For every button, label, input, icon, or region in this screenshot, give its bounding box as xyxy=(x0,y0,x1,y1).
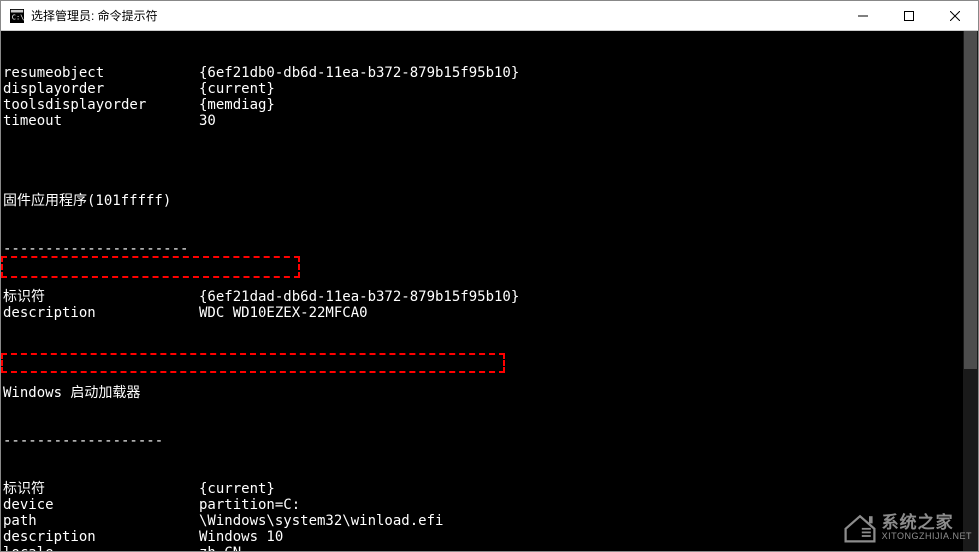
output-value: {memdiag} xyxy=(199,97,275,113)
titlebar[interactable]: C:\ 选择管理员: 命令提示符 xyxy=(1,1,978,31)
output-value: zh-CN xyxy=(199,545,241,551)
output-key: 标识符 xyxy=(3,481,199,497)
output-key: resumeobject xyxy=(3,65,199,81)
output-value: partition=C: xyxy=(199,497,300,513)
output-value: WDC WD10EZEX-22MFCA0 xyxy=(199,305,368,321)
highlight-box-2 xyxy=(1,353,505,373)
output-line: 标识符{6ef21dad-db6d-11ea-b372-879b15f95b10… xyxy=(3,289,976,305)
window: C:\ 选择管理员: 命令提示符 resumeobject{6ef21db0-d… xyxy=(0,0,979,552)
output-key: description xyxy=(3,305,199,321)
window-title: 选择管理员: 命令提示符 xyxy=(31,7,840,24)
output-key: displayorder xyxy=(3,81,199,97)
output-value: \Windows\system32\winload.efi xyxy=(199,513,443,529)
output-key: timeout xyxy=(3,113,199,129)
output-key: locale xyxy=(3,545,199,551)
maximize-button[interactable] xyxy=(886,1,932,30)
section-header: 固件应用程序(101fffff) xyxy=(3,193,171,209)
output-line: descriptionWDC WD10EZEX-22MFCA0 xyxy=(3,305,976,321)
output-value: {current} xyxy=(199,81,275,97)
output-key: toolsdisplayorder xyxy=(3,97,199,113)
titlebar-buttons xyxy=(840,1,978,30)
output-line: resumeobject{6ef21db0-db6d-11ea-b372-879… xyxy=(3,65,976,81)
scrollbar[interactable] xyxy=(963,31,978,551)
output-line: path\Windows\system32\winload.efi xyxy=(3,513,976,529)
terminal-output[interactable]: resumeobject{6ef21db0-db6d-11ea-b372-879… xyxy=(1,31,978,551)
svg-text:C:\: C:\ xyxy=(12,13,24,21)
output-key: description xyxy=(3,529,199,545)
cmd-icon: C:\ xyxy=(9,8,25,24)
output-value: {current} xyxy=(199,481,275,497)
output-line: displayorder{current} xyxy=(3,81,976,97)
minimize-button[interactable] xyxy=(840,1,886,30)
output-line: localezh-CN xyxy=(3,545,976,551)
output-value: {6ef21db0-db6d-11ea-b372-879b15f95b10} xyxy=(199,65,519,81)
output-line: devicepartition=C: xyxy=(3,497,976,513)
output-line: 标识符{current} xyxy=(3,481,976,497)
output-value: 30 xyxy=(199,113,216,129)
close-button[interactable] xyxy=(932,1,978,30)
output-line: timeout30 xyxy=(3,113,976,129)
output-key: path xyxy=(3,513,199,529)
scrollbar-thumb[interactable] xyxy=(964,31,977,369)
output-value: Windows 10 xyxy=(199,529,283,545)
output-value: {6ef21dad-db6d-11ea-b372-879b15f95b10} xyxy=(199,289,519,305)
output-key: device xyxy=(3,497,199,513)
output-line: toolsdisplayorder{memdiag} xyxy=(3,97,976,113)
highlight-box-1 xyxy=(1,256,300,278)
section-header: Windows 启动加载器 xyxy=(3,385,140,401)
output-key: 标识符 xyxy=(3,289,199,305)
output-line: descriptionWindows 10 xyxy=(3,529,976,545)
